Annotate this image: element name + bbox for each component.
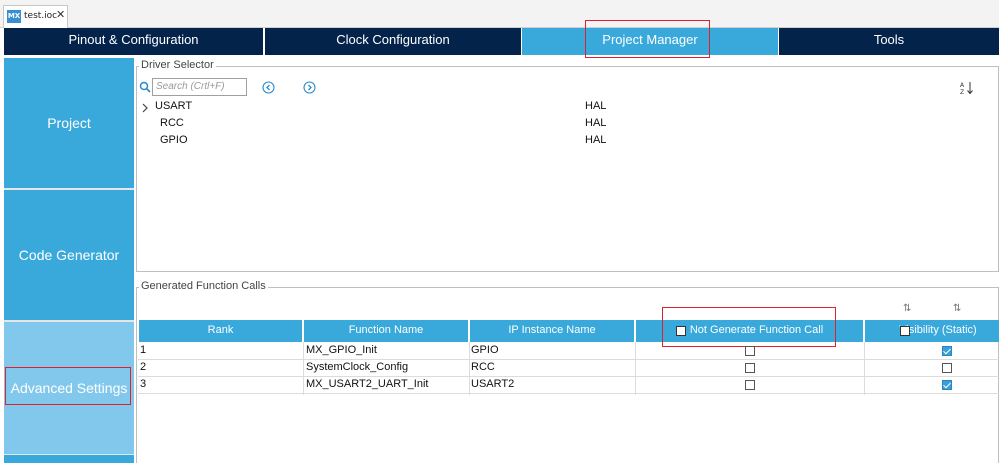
nav-item-code-generator[interactable]: Code Generator xyxy=(4,190,134,320)
editor-tab-strip: MX test.ioc ✕ xyxy=(0,0,999,28)
driver-row-name[interactable]: RCC xyxy=(160,117,184,130)
cell-function-name: MX_GPIO_Init xyxy=(306,344,377,356)
svg-text:A: A xyxy=(960,82,965,89)
not-generate-checkbox[interactable] xyxy=(745,363,755,373)
cell-ip-instance: GPIO xyxy=(471,344,499,356)
visibility-checkbox[interactable] xyxy=(942,380,952,390)
svg-text:Z: Z xyxy=(960,89,964,95)
file-tab-name: test.ioc xyxy=(24,11,58,21)
cell-ip-instance: RCC xyxy=(471,361,495,373)
cell-ip-instance: USART2 xyxy=(471,378,515,390)
driver-selector-group xyxy=(136,66,999,272)
driver-row-name[interactable]: GPIO xyxy=(160,134,188,147)
cell-rank: 3 xyxy=(140,378,147,390)
stm32cubemx-window: MX test.ioc ✕ Pinout & Configuration Clo… xyxy=(0,0,999,463)
close-icon[interactable]: ✕ xyxy=(56,8,65,21)
driver-row-name[interactable]: USART xyxy=(155,100,192,113)
tab-pinout-configuration[interactable]: Pinout & Configuration xyxy=(4,28,263,55)
row-divider xyxy=(138,359,999,360)
chevron-right-icon[interactable] xyxy=(141,103,150,113)
main-tab-bar: Pinout & Configuration Clock Configurati… xyxy=(4,28,999,55)
highlight-box-project-manager xyxy=(585,20,710,58)
visibility-checkbox[interactable] xyxy=(942,346,952,356)
sort-alpha-icon[interactable]: A Z xyxy=(960,81,974,95)
row-divider xyxy=(138,376,999,377)
cubemx-file-icon: MX xyxy=(7,10,21,23)
driver-selector-title: Driver Selector xyxy=(139,59,216,71)
previous-arrow-icon[interactable] xyxy=(262,81,275,94)
driver-row-driver[interactable]: HAL xyxy=(585,100,606,113)
column-divider xyxy=(303,342,304,395)
sort-down-icon[interactable]: ⇅ xyxy=(953,303,961,314)
column-divider xyxy=(635,342,636,395)
search-icon xyxy=(139,81,151,93)
column-header-ip-instance[interactable]: IP Instance Name xyxy=(470,320,635,342)
visibility-all-checkbox[interactable] xyxy=(900,326,910,336)
driver-row-driver[interactable]: HAL xyxy=(585,134,606,147)
column-header-visibility[interactable]: Visibility (Static) xyxy=(865,320,999,342)
tab-tools[interactable]: Tools xyxy=(779,28,999,55)
cell-rank: 1 xyxy=(140,344,147,356)
cell-rank: 2 xyxy=(140,361,147,373)
driver-row-driver[interactable]: HAL xyxy=(585,117,606,130)
generated-calls-group xyxy=(136,287,999,463)
tab-clock-configuration[interactable]: Clock Configuration xyxy=(265,28,521,55)
highlight-box-not-generate xyxy=(662,307,836,347)
not-generate-checkbox[interactable] xyxy=(745,346,755,356)
column-divider xyxy=(469,342,470,395)
row-divider xyxy=(138,393,999,394)
sort-up-icon[interactable]: ⇅ xyxy=(903,303,911,314)
visibility-checkbox[interactable] xyxy=(942,363,952,373)
cell-function-name: MX_USART2_UART_Init xyxy=(306,378,429,390)
not-generate-checkbox[interactable] xyxy=(745,380,755,390)
column-divider xyxy=(864,342,865,395)
highlight-box-advanced-settings xyxy=(5,367,131,405)
next-arrow-icon[interactable] xyxy=(303,81,316,94)
column-header-rank[interactable]: Rank xyxy=(139,320,303,342)
column-header-function-name[interactable]: Function Name xyxy=(304,320,469,342)
file-tab[interactable]: MX test.ioc ✕ xyxy=(3,5,68,28)
nav-item-project[interactable]: Project xyxy=(4,58,134,188)
driver-search-input[interactable]: Search (Crtl+F) xyxy=(152,78,247,96)
cell-function-name: SystemClock_Config xyxy=(306,361,409,373)
generated-calls-title: Generated Function Calls xyxy=(139,280,268,292)
column-header-visibility-label: Visibility (Static) xyxy=(899,324,977,336)
nav-scroll-edge xyxy=(4,455,134,463)
